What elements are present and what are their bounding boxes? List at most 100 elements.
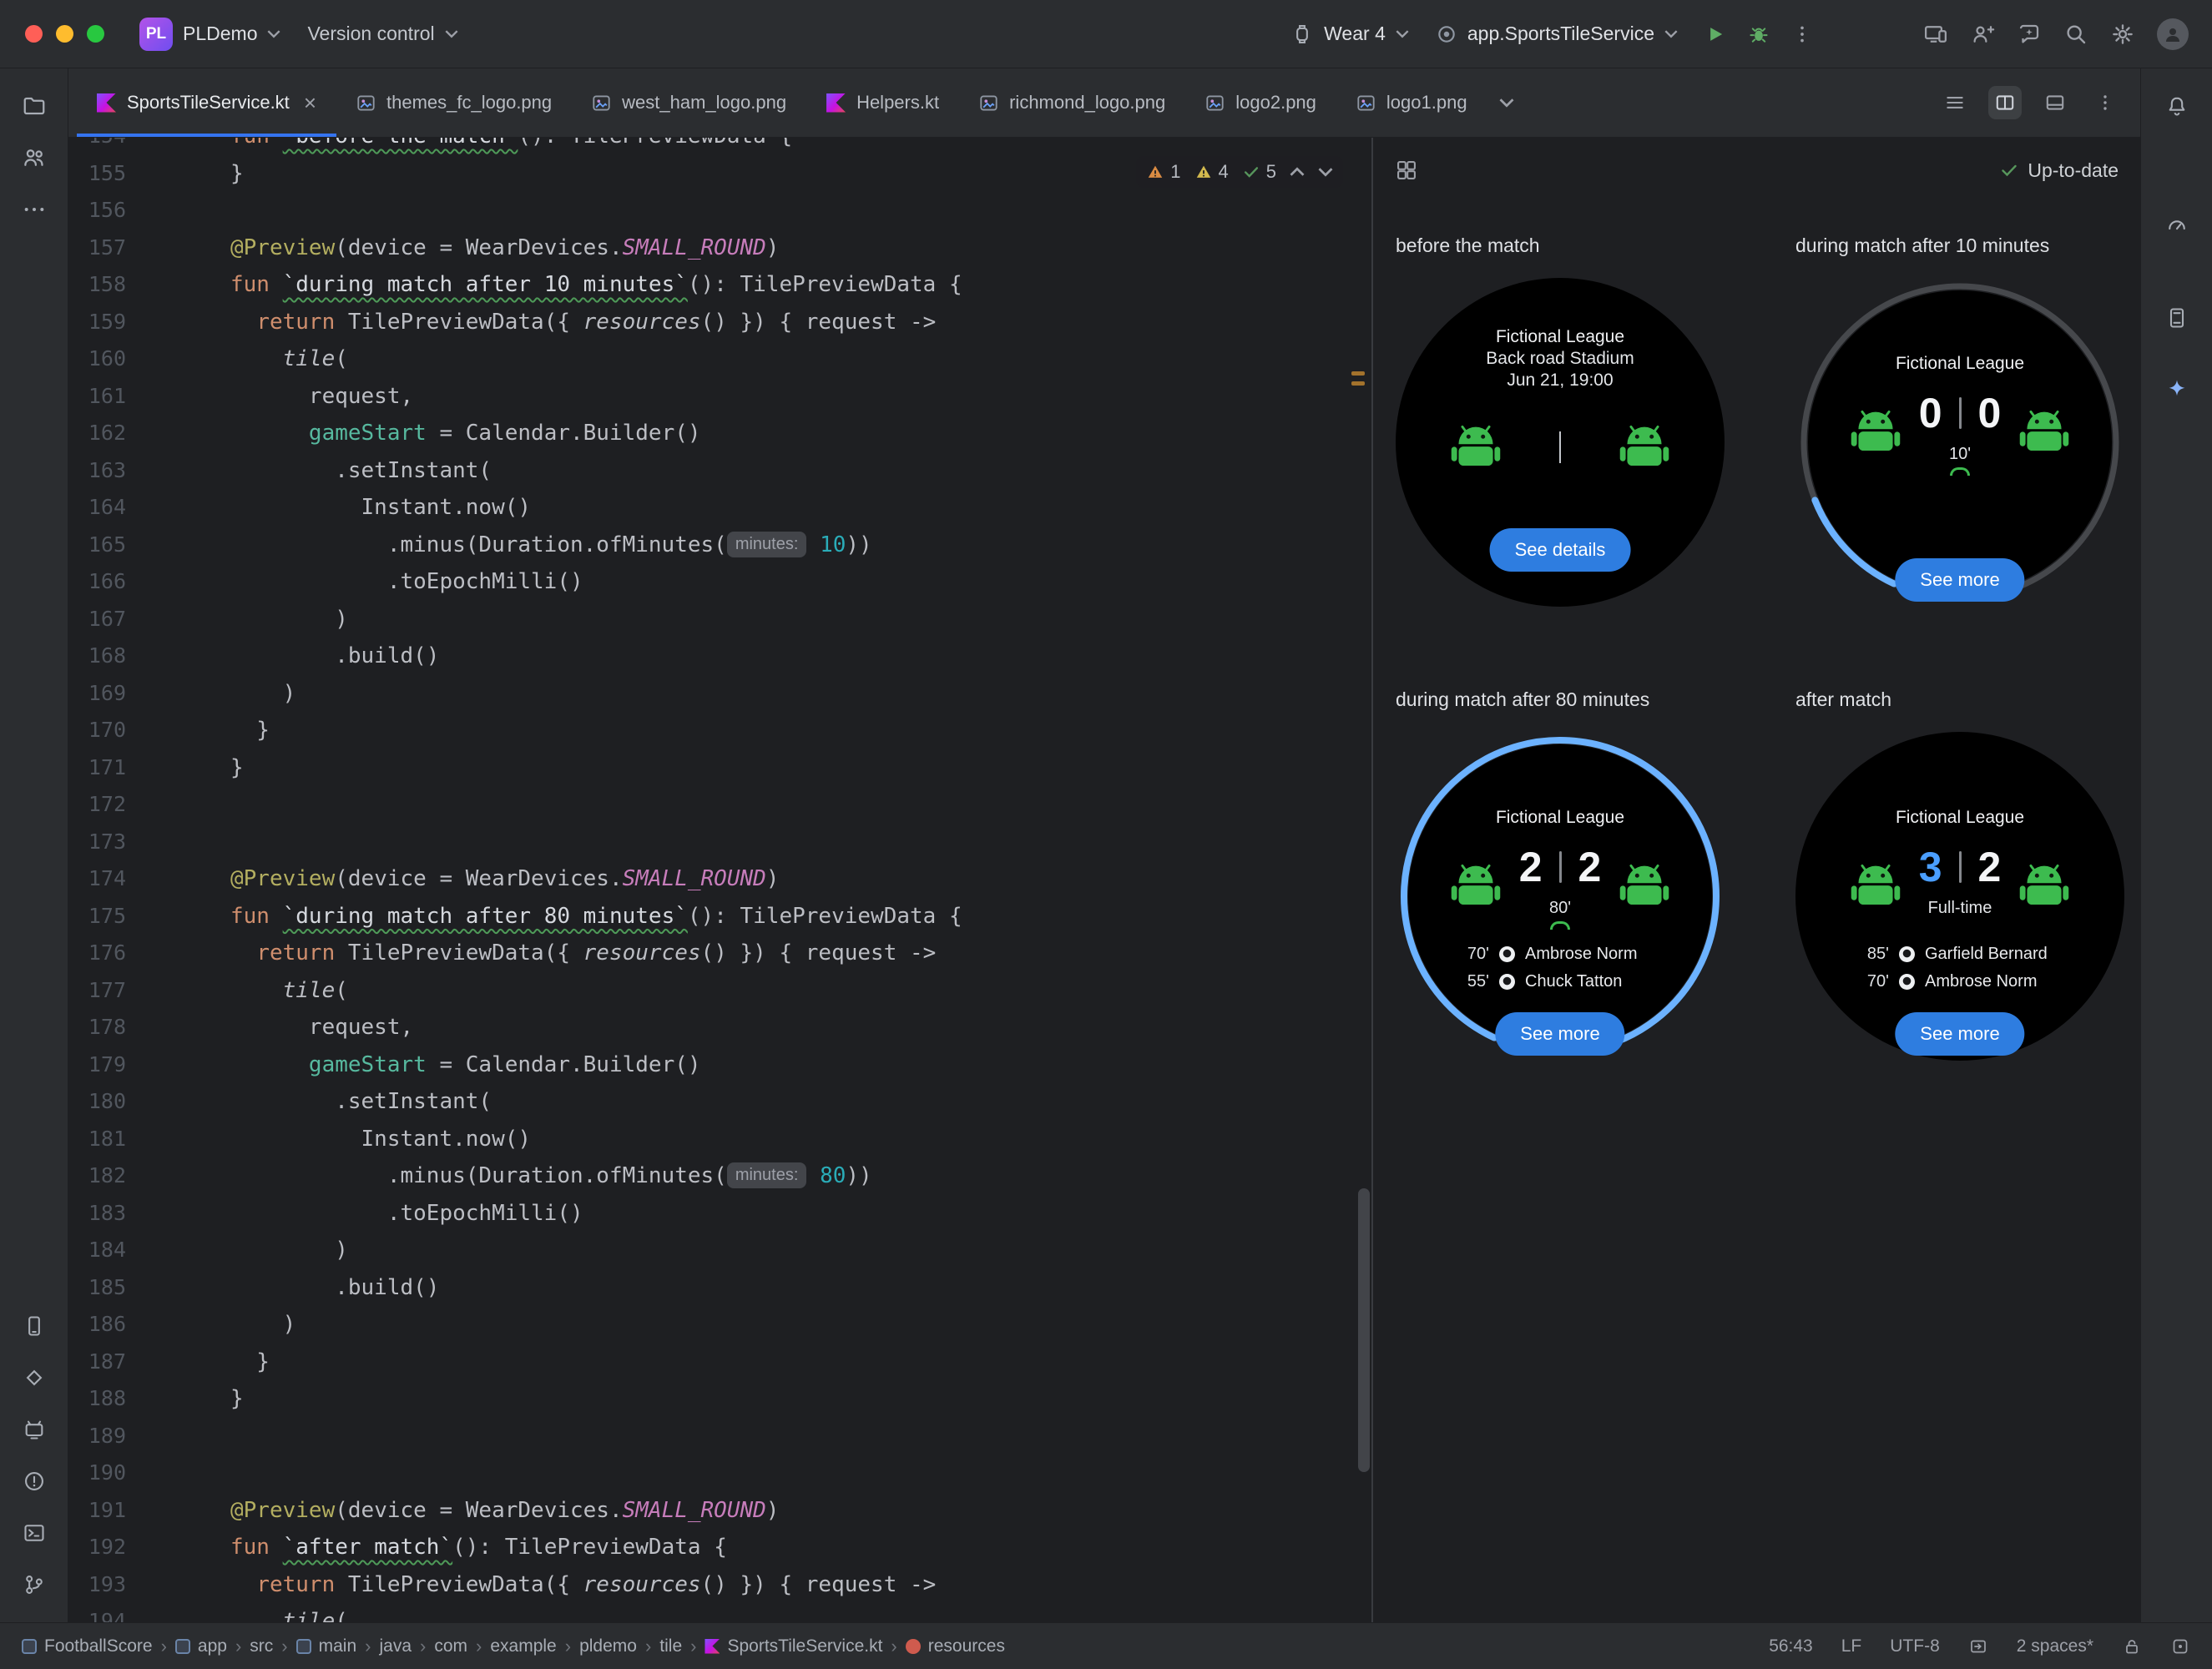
more-tool-windows-icon[interactable]	[14, 189, 54, 229]
device-selector[interactable]: Wear 4	[1277, 14, 1422, 54]
device-manager-icon[interactable]	[14, 1409, 54, 1450]
run-config-selector[interactable]: app.SportsTileService	[1422, 14, 1691, 53]
code-with-me-icon[interactable]	[1970, 22, 1995, 47]
line-number[interactable]: 170	[68, 712, 126, 749]
line-number[interactable]: 162	[68, 415, 126, 452]
editor-more-icon[interactable]	[2088, 86, 2122, 119]
project-folder-icon[interactable]	[14, 86, 54, 126]
tab-logo1-png[interactable]: logo1.png	[1336, 68, 1487, 137]
close-tab-icon[interactable]: ×	[304, 92, 316, 113]
line-number[interactable]: 164	[68, 489, 126, 527]
ai-assistant-icon[interactable]	[2017, 22, 2042, 47]
tab-richmond-logo-png[interactable]: richmond_logo.png	[959, 68, 1185, 137]
next-issue-chevron-icon[interactable]	[1318, 167, 1333, 177]
build-variants-icon[interactable]	[14, 1358, 54, 1398]
notifications-bell-icon[interactable]	[2157, 86, 2197, 126]
hidden-tabs-chevron-icon[interactable]	[1487, 68, 1526, 137]
run-button[interactable]	[1703, 22, 1728, 47]
terminal-icon[interactable]	[14, 1513, 54, 1553]
line-number[interactable]: 171	[68, 749, 126, 787]
line-number[interactable]: 154	[68, 138, 126, 155]
line-number[interactable]: 157	[68, 229, 126, 267]
line-number[interactable]: 193	[68, 1566, 126, 1604]
breadcrumb-item[interactable]: pldemo	[579, 1636, 637, 1656]
breadcrumb-item[interactable]: resources	[905, 1636, 1005, 1656]
line-number[interactable]: 161	[68, 378, 126, 416]
watch-tile-preview[interactable]: Fictional League Back road Stadium Jun 21,…	[1396, 278, 1725, 607]
breadcrumb-item[interactable]: SportsTileService.kt	[705, 1636, 882, 1656]
line-number[interactable]: 194	[68, 1603, 126, 1622]
watch-tile-preview[interactable]: Fictional League 3 2 Full-time 85' Garfield B…	[1795, 732, 2124, 1061]
breadcrumb-item[interactable]: main	[295, 1636, 356, 1656]
editor-mode-icon[interactable]	[1968, 1636, 1988, 1656]
line-number[interactable]: 166	[68, 563, 126, 601]
strong-warning-count[interactable]: 1	[1146, 161, 1181, 183]
line-number[interactable]: 191	[68, 1492, 126, 1530]
line-number[interactable]: 173	[68, 824, 126, 861]
user-avatar[interactable]	[2157, 18, 2189, 50]
indent-style[interactable]: 2 spaces*	[2017, 1636, 2093, 1656]
split-editor-icon[interactable]	[1988, 86, 2022, 119]
lock-icon[interactable]	[2122, 1636, 2142, 1656]
gemini-star-icon[interactable]	[2157, 369, 2197, 409]
line-number[interactable]: 159	[68, 304, 126, 341]
line-separator[interactable]: LF	[1841, 1636, 1862, 1656]
tab-themes-fc-logo-png[interactable]: themes_fc_logo.png	[336, 68, 572, 137]
line-number[interactable]: 184	[68, 1232, 126, 1269]
line-number[interactable]: 192	[68, 1529, 126, 1566]
warning-stripe-mark[interactable]	[1351, 371, 1365, 376]
line-number[interactable]: 172	[68, 786, 126, 824]
line-number[interactable]: 168	[68, 638, 126, 675]
file-encoding[interactable]: UTF-8	[1890, 1636, 1940, 1656]
breadcrumb-item[interactable]: java	[379, 1636, 412, 1656]
debug-button[interactable]	[1746, 22, 1771, 47]
line-number[interactable]: 189	[68, 1418, 126, 1455]
passed-inspections-count[interactable]: 5	[1242, 161, 1276, 183]
project-selector[interactable]: PL PLDemo	[126, 9, 294, 59]
git-branch-icon[interactable]	[14, 1565, 54, 1605]
line-number[interactable]: 181	[68, 1121, 126, 1158]
tab-helpers-kt[interactable]: Helpers.kt	[806, 68, 959, 137]
code-editor[interactable]: 154fun `before the match`(): TilePreview…	[68, 138, 1371, 1622]
breadcrumb-item[interactable]: app	[174, 1636, 227, 1656]
breadcrumb-item[interactable]: FootballScore	[22, 1636, 153, 1656]
line-number[interactable]: 165	[68, 527, 126, 564]
device-mirror-icon[interactable]	[1923, 22, 1948, 47]
line-number[interactable]: 176	[68, 935, 126, 972]
inspection-widget[interactable]: 1 4 5	[1136, 156, 1343, 188]
line-number[interactable]: 187	[68, 1344, 126, 1381]
tab-sportstileservice-kt[interactable]: SportsTileService.kt ×	[77, 68, 336, 137]
line-number[interactable]: 186	[68, 1306, 126, 1344]
line-number[interactable]: 183	[68, 1195, 126, 1233]
watch-tile-preview[interactable]: Fictional League 0 0 10' See more	[1795, 278, 2124, 607]
problems-icon[interactable]	[14, 1461, 54, 1501]
line-number[interactable]: 177	[68, 972, 126, 1010]
breadcrumb-item[interactable]: tile	[659, 1636, 682, 1656]
tab-logo2-png[interactable]: logo2.png	[1185, 68, 1336, 137]
warning-count[interactable]: 4	[1194, 161, 1229, 183]
zoom-window-button[interactable]	[87, 25, 104, 43]
notifications-widget-icon[interactable]	[2170, 1636, 2190, 1656]
line-number[interactable]: 188	[68, 1380, 126, 1418]
tab-west-ham-logo-png[interactable]: west_ham_logo.png	[572, 68, 806, 137]
settings-gear-icon[interactable]	[2110, 22, 2135, 47]
line-number[interactable]: 180	[68, 1083, 126, 1121]
profiler-icon[interactable]	[2157, 205, 2197, 245]
bottom-panel-icon[interactable]	[2038, 86, 2072, 119]
prev-issue-chevron-icon[interactable]	[1290, 167, 1305, 177]
editor-list-icon[interactable]	[1938, 86, 1972, 119]
line-number[interactable]: 174	[68, 860, 126, 898]
line-number[interactable]: 182	[68, 1157, 126, 1195]
editor-scrollbar[interactable]	[1358, 1188, 1370, 1472]
line-number[interactable]: 175	[68, 898, 126, 935]
line-number[interactable]: 167	[68, 601, 126, 638]
line-number[interactable]: 190	[68, 1455, 126, 1492]
structure-people-icon[interactable]	[14, 138, 54, 178]
cursor-position[interactable]: 56:43	[1769, 1636, 1813, 1656]
line-number[interactable]: 185	[68, 1269, 126, 1307]
breadcrumb-item[interactable]: example	[490, 1636, 556, 1656]
vcs-menu[interactable]: Version control	[294, 14, 471, 53]
line-number[interactable]: 155	[68, 155, 126, 193]
line-number[interactable]: 163	[68, 452, 126, 490]
line-number[interactable]: 179	[68, 1046, 126, 1084]
